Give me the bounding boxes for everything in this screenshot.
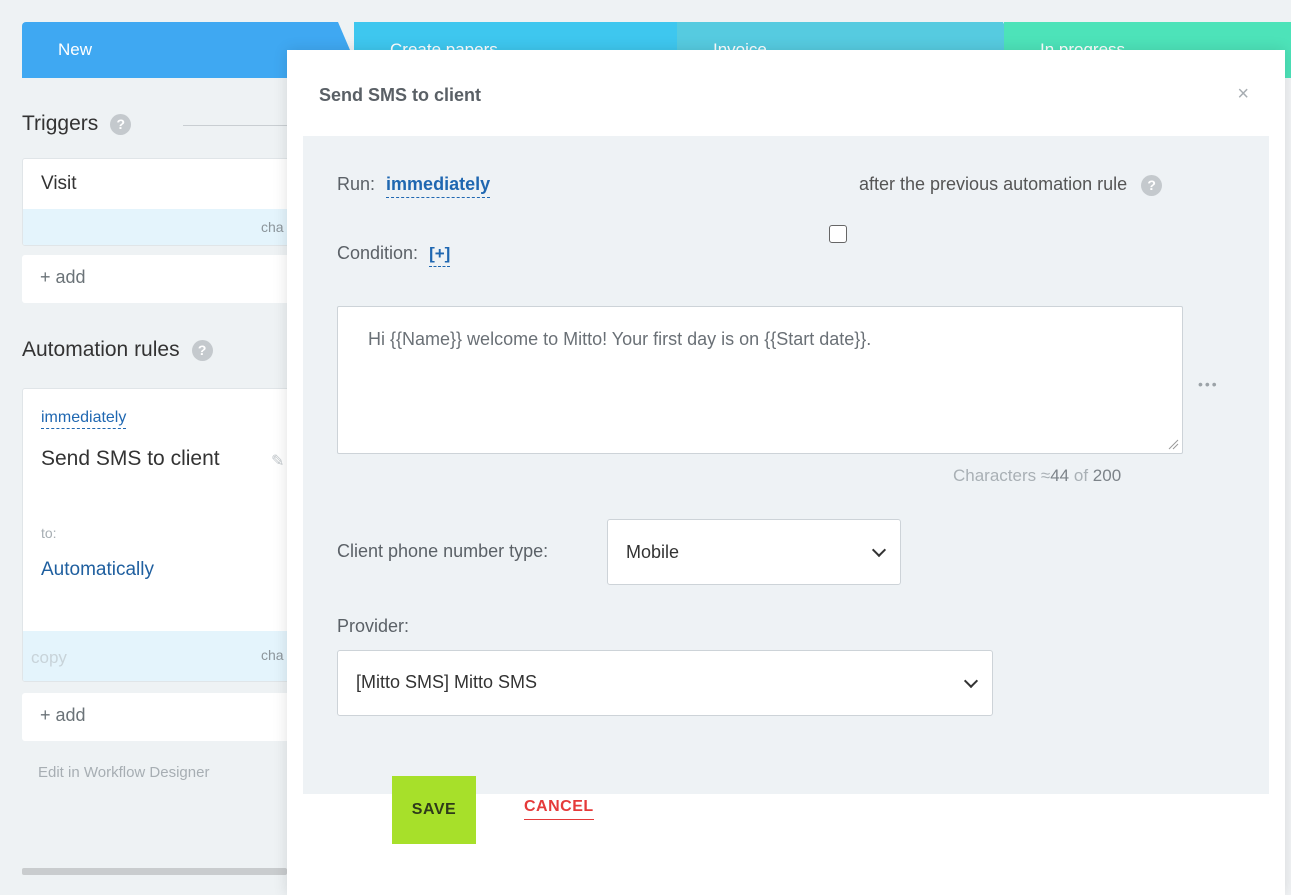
condition-label: Condition: — [337, 243, 419, 263]
triggers-heading: Triggers? — [22, 112, 132, 136]
counter-max: 200 — [1092, 466, 1122, 485]
trigger-card-footer: cha — [23, 209, 291, 245]
phone-type-select[interactable]: Mobile — [607, 519, 901, 585]
after-previous-text: after the previous automation rule — [859, 174, 1128, 194]
dialog-title: Send SMS to client — [319, 85, 482, 105]
change-link[interactable]: cha — [261, 647, 284, 663]
help-icon[interactable]: ? — [110, 113, 132, 135]
rule-name: Send SMS to client — [41, 447, 220, 470]
counter-prefix: Characters ≈ — [953, 466, 1051, 485]
chevron-down-icon — [963, 673, 979, 689]
horizontal-scrollbar[interactable] — [22, 868, 287, 875]
dialog-body: Run: immediately after the previous auto… — [303, 136, 1269, 794]
more-options-icon[interactable]: ••• — [1198, 376, 1219, 392]
trigger-card[interactable]: Visit cha — [22, 158, 292, 246]
phone-type-value: Mobile — [626, 542, 680, 562]
after-previous-checkbox[interactable] — [829, 225, 847, 243]
change-link[interactable]: cha — [261, 219, 284, 235]
counter-of: of — [1073, 466, 1089, 485]
background-panel — [1285, 78, 1291, 895]
message-text: Hi {{Name}} welcome to Mitto! Your first… — [368, 329, 872, 349]
close-icon[interactable]: × — [1237, 83, 1249, 106]
run-value-link[interactable]: immediately — [386, 174, 491, 198]
condition-row: Condition: [+] — [337, 243, 451, 267]
run-label: Run: — [337, 174, 376, 194]
copy-link[interactable]: copy — [31, 648, 67, 668]
workflow-designer-link[interactable]: Edit in Workflow Designer — [38, 764, 209, 781]
character-counter: Characters ≈44 of 200 — [953, 466, 1121, 486]
triggers-title: Triggers — [22, 112, 99, 135]
rule-run-value: immediately — [41, 409, 127, 429]
automation-heading: Automation rules? — [22, 338, 213, 362]
resize-handle-icon[interactable] — [1167, 438, 1179, 450]
provider-label: Provider: — [337, 616, 410, 636]
run-row: Run: immediately — [337, 174, 491, 198]
after-previous-label: after the previous automation rule? — [859, 174, 1163, 196]
stage-label: New — [58, 40, 93, 59]
chevron-down-icon — [871, 542, 887, 558]
help-icon[interactable]: ? — [1141, 174, 1163, 196]
trigger-name: Visit — [41, 173, 77, 194]
send-sms-dialog: Send SMS to client × Run: immediately af… — [287, 50, 1285, 895]
rule-run[interactable]: immediately — [41, 409, 127, 429]
add-condition-link[interactable]: [+] — [429, 244, 451, 267]
phone-type-label: Client phone number type: — [337, 541, 549, 561]
counter-count: 44 — [1050, 466, 1070, 485]
provider-select[interactable]: [Mitto SMS] Mitto SMS — [337, 650, 993, 716]
rule-card[interactable]: immediately Send SMS to client ✎ to: Aut… — [22, 388, 292, 682]
add-trigger-button[interactable]: + add — [22, 255, 292, 303]
provider-value: [Mitto SMS] Mitto SMS — [356, 672, 538, 692]
add-rule-button[interactable]: + add — [22, 693, 292, 741]
automation-title: Automation rules — [22, 338, 180, 361]
left-panel: Triggers? Visit cha + add Automation rul… — [0, 78, 300, 895]
rule-card-footer: copy cha — [23, 631, 291, 681]
rule-to-label: to: — [41, 525, 57, 541]
cancel-button[interactable]: CANCEL — [524, 798, 594, 820]
edit-icon[interactable]: ✎ — [271, 451, 284, 471]
divider — [183, 125, 293, 126]
sms-message-textarea[interactable]: Hi {{Name}} welcome to Mitto! Your first… — [337, 306, 1183, 454]
rule-to-value: Automatically — [41, 559, 154, 580]
save-button[interactable]: SAVE — [392, 776, 476, 844]
help-icon[interactable]: ? — [191, 339, 213, 361]
